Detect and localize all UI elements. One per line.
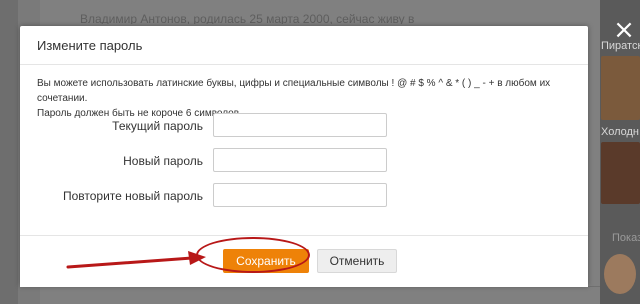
- current-password-field[interactable]: [213, 113, 387, 137]
- new-password-field[interactable]: [213, 148, 387, 172]
- current-password-label: Текущий пароль: [112, 119, 203, 133]
- background-left-strip: [0, 0, 18, 304]
- hint-line-characters: Вы можете использовать латинские буквы, …: [37, 78, 551, 104]
- avatar: [604, 254, 636, 294]
- background-thumbnail: [601, 142, 640, 204]
- current-password-row: Текущий пароль: [20, 113, 588, 139]
- dialog-title: Измените пароль: [37, 38, 143, 53]
- repeat-password-field[interactable]: [213, 183, 387, 207]
- repeat-password-row: Повторите новый пароль: [20, 183, 588, 209]
- cancel-button[interactable]: Отменить: [317, 249, 397, 273]
- background-thumbnail: [601, 56, 640, 120]
- repeat-password-label: Повторите новый пароль: [62, 189, 203, 203]
- annotation-ellipse: [196, 237, 310, 273]
- background-profile-text: Владимир Антонов, родилась 25 марта 2000…: [80, 12, 415, 24]
- background-right-label: Холодн: [601, 126, 640, 138]
- close-icon[interactable]: ×: [612, 17, 636, 43]
- background-right-label: Показ: [612, 232, 640, 244]
- new-password-row: Новый пароль: [20, 148, 588, 174]
- new-password-label: Новый пароль: [123, 154, 203, 168]
- dialog-header: Измените пароль: [20, 26, 588, 65]
